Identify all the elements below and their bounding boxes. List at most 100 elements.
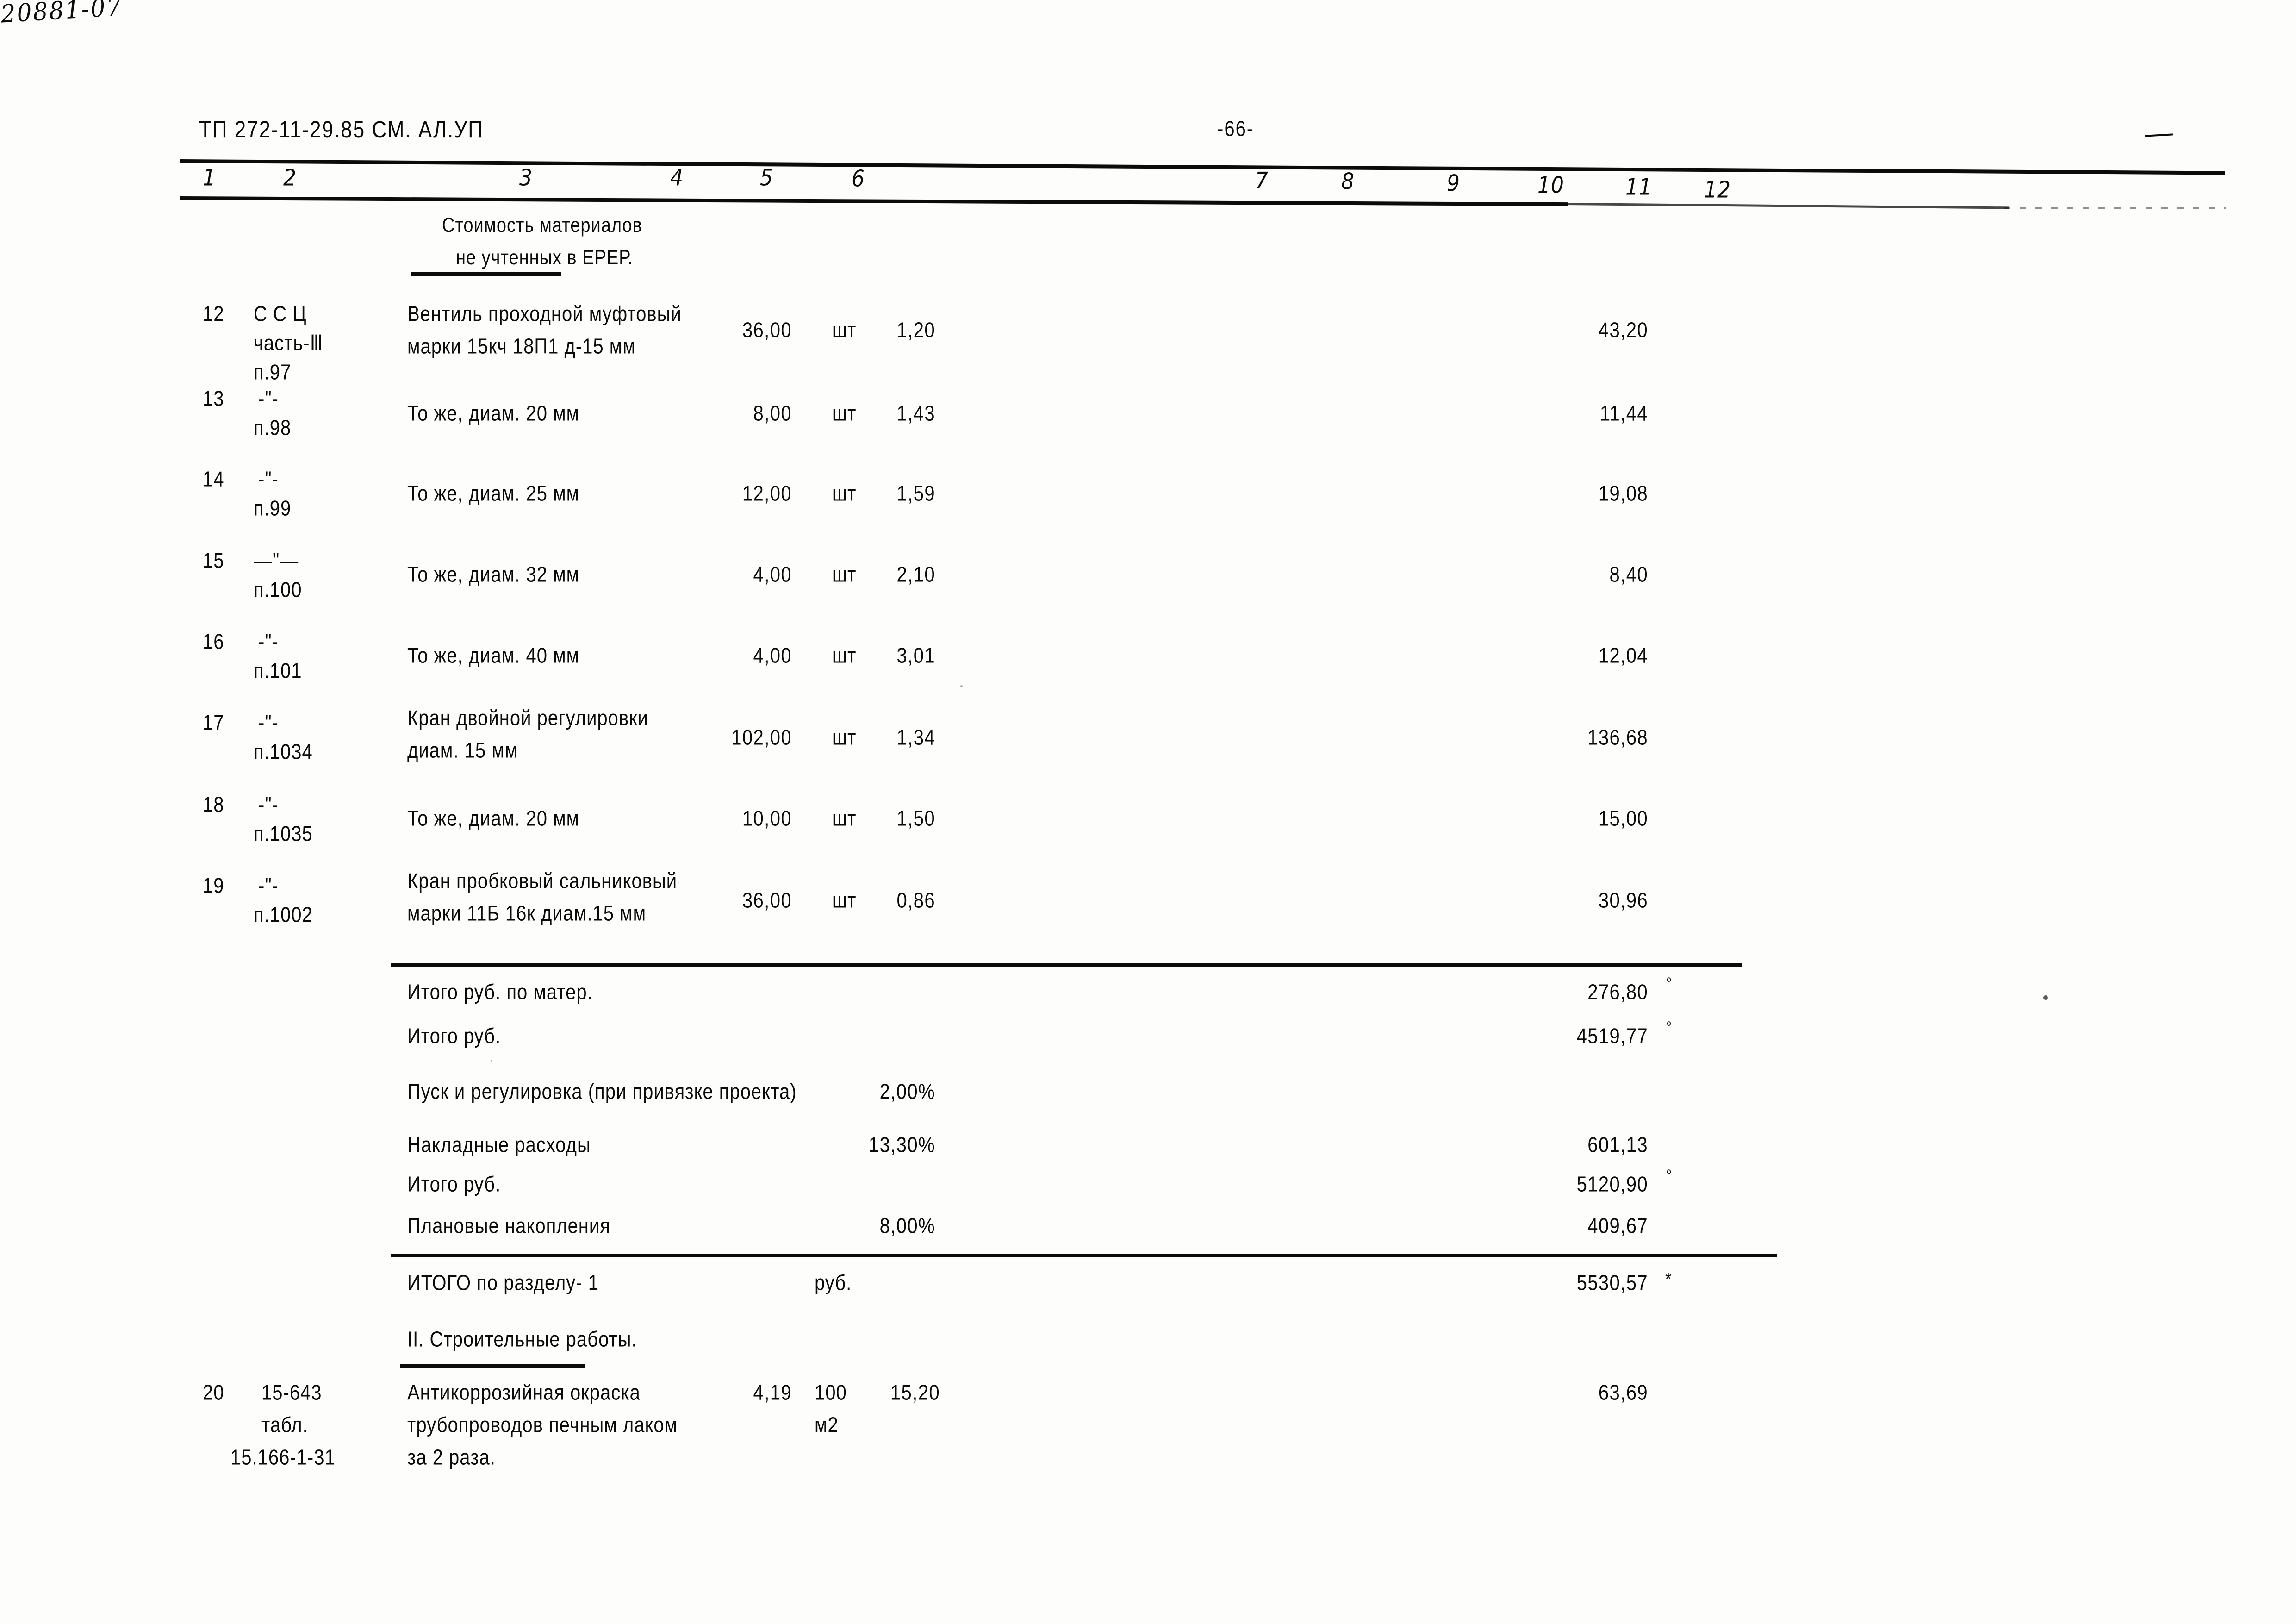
- summary-label: Итого руб.: [407, 1172, 501, 1196]
- row-quantity: 36,00: [742, 888, 792, 912]
- row-unit: 100: [815, 1380, 847, 1405]
- summary-percent: 13,30%: [868, 1133, 935, 1157]
- row-total: 43,20: [1598, 318, 1648, 342]
- row-quantity: 4,00: [753, 643, 792, 668]
- row-price: 1,59: [896, 481, 935, 506]
- row-quantity: 36,00: [742, 318, 792, 342]
- column-number-6: 6: [852, 165, 865, 192]
- summary-label: Пуск и регулировка (при привязке проекта…: [407, 1080, 797, 1104]
- section-total-label: ИТОГО по разделу- 1: [407, 1271, 599, 1295]
- row-description: марки 15кч 18П1 д-15 мм: [407, 334, 636, 358]
- row-quantity: 4,19: [753, 1380, 792, 1405]
- summary-top-rule: [391, 963, 1742, 967]
- row-code-line: часть-Ⅲ: [254, 331, 324, 355]
- row-description: марки 11Б 16к диам.15 мм: [407, 901, 647, 925]
- column-number-9: 9: [1447, 170, 1460, 197]
- section-total-mark: *: [1665, 1269, 1672, 1290]
- row-description: трубопроводов печным лаком: [407, 1413, 678, 1437]
- column-header-bottom-rule-dashed: [2004, 207, 2226, 209]
- scan-speck: [960, 685, 963, 687]
- row-total: 15,00: [1598, 806, 1648, 831]
- row-code-line: п.97: [254, 360, 292, 384]
- row-code-line: —"—: [254, 549, 299, 573]
- row-number: 12: [203, 302, 224, 326]
- row-number: 15: [203, 549, 224, 573]
- row-code-line: п.101: [254, 659, 302, 683]
- row-description: за 2 раза.: [407, 1445, 496, 1469]
- row-total: 30,96: [1598, 888, 1648, 912]
- column-number-3: 3: [519, 164, 533, 191]
- column-number-2: 2: [283, 164, 297, 191]
- row-unit: м2: [815, 1413, 839, 1437]
- next-section-underline: [400, 1364, 585, 1368]
- column-number-8: 8: [1341, 168, 1355, 195]
- row-price: 1,20: [896, 318, 935, 342]
- row-price: 3,01: [896, 643, 935, 668]
- row-price: 15,20: [890, 1380, 940, 1405]
- scan-speck: [2043, 995, 2048, 1000]
- row-total: 12,04: [1598, 643, 1648, 668]
- row-code-line: п.100: [254, 578, 302, 602]
- page-number: -66-: [1217, 117, 1254, 141]
- row-total: 8,40: [1609, 562, 1648, 587]
- row-quantity: 12,00: [742, 481, 792, 506]
- summary-percent: 2,00%: [879, 1080, 935, 1104]
- row-code-line: п.98: [254, 416, 292, 440]
- row-number: 17: [203, 711, 224, 735]
- row-number: 20: [203, 1380, 224, 1405]
- row-price: 0,86: [896, 888, 935, 912]
- row-code-line: -"-: [258, 387, 279, 411]
- summary-label: Плановые накопления: [407, 1214, 610, 1238]
- row-quantity: 4,00: [753, 562, 792, 587]
- summary-amount: 4519,77: [1576, 1024, 1648, 1048]
- document-code-header: ТП 272-11-29.85 СМ. АЛ.УП: [199, 116, 484, 143]
- row-number: 13: [203, 387, 224, 411]
- row-total: 136,68: [1587, 725, 1648, 750]
- column-number-1: 1: [203, 164, 216, 191]
- scan-speck: [491, 1060, 492, 1062]
- summary-label: Накладные расходы: [407, 1133, 591, 1157]
- scanned-page: ТП 272-11-29.85 СМ. АЛ.УП -66- 20881-07 …: [0, 0, 2296, 1624]
- section-total-amount: 5530,57: [1576, 1271, 1648, 1295]
- column-number-4: 4: [670, 164, 684, 191]
- row-code-line: п.1034: [254, 740, 313, 764]
- summary-amount: 276,80: [1587, 980, 1648, 1004]
- row-quantity: 8,00: [753, 401, 792, 425]
- row-code-line: -"-: [258, 874, 279, 898]
- row-code-line: -"-: [258, 711, 279, 735]
- summary-amount: 409,67: [1587, 1214, 1648, 1238]
- row-code-line: 15.166-1-31: [230, 1445, 336, 1469]
- row-code-line: табл.: [261, 1413, 308, 1437]
- column-header-top-rule: [179, 159, 2225, 175]
- row-description: То же, диам. 20 мм: [407, 806, 580, 831]
- row-description: То же, диам. 20 мм: [407, 401, 580, 425]
- row-code-line: п.99: [254, 496, 292, 520]
- section-caption-underline: [411, 272, 561, 276]
- row-unit: шт: [832, 562, 857, 587]
- row-description: Кран двойной регулировки: [407, 706, 648, 730]
- archive-stamp-handwritten: 20881-07: [0, 0, 124, 29]
- row-code-line: -"-: [258, 630, 279, 654]
- summary-amount: 601,13: [1587, 1133, 1648, 1157]
- column-header-bottom-rule-left: [179, 196, 1568, 206]
- row-total: 63,69: [1598, 1380, 1648, 1405]
- row-number: 19: [203, 874, 224, 898]
- column-number-10: 10: [1537, 172, 1564, 199]
- row-code-line: п.1002: [254, 903, 313, 927]
- row-code-line: 15-643: [261, 1380, 322, 1405]
- row-description: диам. 15 мм: [407, 738, 518, 762]
- row-unit: шт: [832, 725, 857, 750]
- summary-label: Итого руб. по матер.: [407, 980, 593, 1004]
- summary-mark: °: [1666, 974, 1673, 993]
- row-unit: шт: [832, 481, 857, 506]
- row-code-line: С С Ц: [254, 302, 307, 326]
- row-description: Кран пробковый сальниковый: [407, 869, 678, 893]
- section-caption-line1: Стоимость материалов: [442, 214, 642, 237]
- row-price: 1,43: [896, 401, 935, 425]
- column-number-11: 11: [1625, 174, 1652, 200]
- section-total-unit: руб.: [815, 1271, 852, 1295]
- row-code-line: -"-: [258, 467, 279, 491]
- row-description: Вентиль проходной муфтовый: [407, 302, 682, 326]
- row-price: 1,50: [896, 806, 935, 831]
- summary-percent: 8,00%: [879, 1214, 935, 1238]
